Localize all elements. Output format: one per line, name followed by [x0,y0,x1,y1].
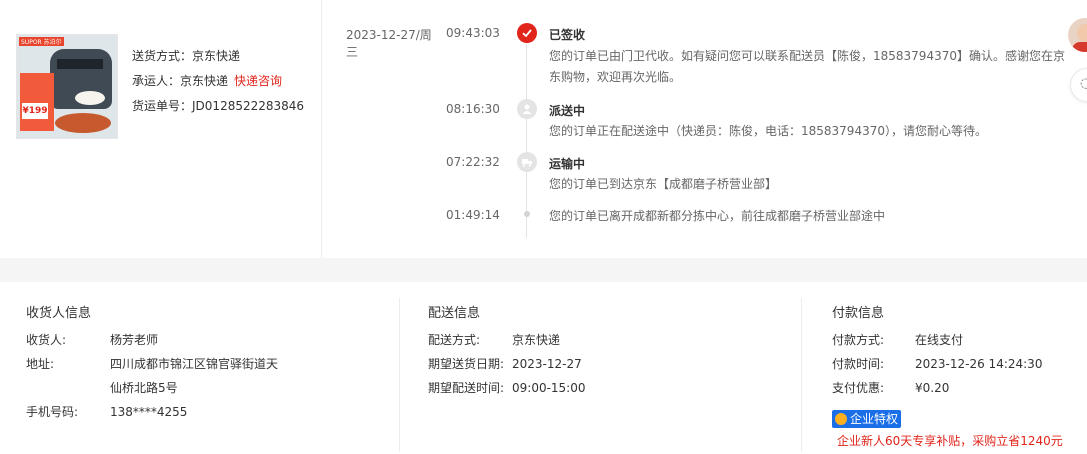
delivery-date-value: 2023-12-27 [512,357,582,371]
promo-banner [20,73,54,131]
check-icon [517,23,537,43]
shipment-details: 送货方式：京东快递 承运人：京东快递 快递咨询 货运单号：JD0128522283… [132,46,304,121]
event-title: 派送中 [549,104,586,118]
waybill-label: 货运单号： [132,99,193,113]
receiver-info: 收货人信息 收货人: 杨芳老师 地址: 四川成都市锦江区锦官驿街道天 仙桥北路5… [26,282,386,454]
event-time: 01:49:14 [446,208,500,222]
waybill-number: JD0128522283846 [192,99,305,113]
avatar-shirt [1072,42,1087,52]
shipment-summary: SUPOR 苏泊尔 ¥199 送货方式：京东快递 承运人：京东快递 快递咨询 货运… [0,0,322,258]
delivery-date-label: 期望送货日期: [428,357,505,371]
receiver-address-line1: 四川成都市锦江区锦官驿街道天 [110,357,279,371]
carrier-value: 京东快递 [180,74,229,88]
event-description: 您的订单已到达京东【成都磨子桥营业部】 [549,177,778,191]
carrier-label: 承运人： [132,74,181,88]
dot-icon [524,211,530,217]
receiver-phone-value: 138****4255 [110,405,188,419]
payment-discount-label: 支付优惠: [832,381,885,395]
payment-time-row: 付款时间: 2023-12-26 14:24:30 [832,354,1042,374]
timeline-date: 2023-12-27/周三 [346,28,432,59]
receiver-phone-row: 手机号码: 138****4255 [26,402,187,422]
payment-time-label: 付款时间: [832,357,885,371]
tracking-timeline: 2023-12-27/周三 09:43:03 已签收 您的订单已由门卫代收。如有… [322,0,1087,258]
food-illustration [55,113,111,133]
timeline-line [526,42,527,238]
thumb-price: ¥199 [22,103,48,119]
receiver-address-line2: 仙桥北路5号 [110,381,178,395]
payment-discount-value: ¥0.20 [915,381,950,395]
order-info-panel: 收货人信息 收货人: 杨芳老师 地址: 四川成都市锦江区锦官驿街道天 仙桥北路5… [0,282,1087,454]
courier-icon [517,99,537,119]
delivery-method-row: 配送方式: 京东快递 [428,330,560,350]
event-time: 08:16:30 [446,102,500,116]
cooker-display [57,59,103,69]
delivery-info: 配送信息 配送方式: 京东快递 期望送货日期: 2023-12-27 期望配送时… [428,282,788,454]
delivery-heading: 配送信息 [428,306,481,321]
avatar-face [1077,24,1087,42]
receiver-address-row: 地址: 四川成都市锦江区锦官驿街道天 [26,354,278,374]
receiver-name-row: 收货人: 杨芳老师 [26,330,158,350]
courier-inquiry-link[interactable]: 快递咨询 [234,74,282,88]
product-image[interactable]: SUPOR 苏泊尔 ¥199 [16,34,118,139]
enterprise-privilege-badge[interactable]: 企业特权 [832,410,902,428]
event-title: 已签收 [549,28,586,42]
column-divider [801,298,802,452]
chat-icon: ◌ [1080,76,1087,91]
carrier-row: 承运人：京东快递 快递咨询 [132,71,304,96]
event-time: 09:43:03 [446,26,500,40]
delivery-method-value: 京东快递 [192,49,241,63]
receiver-name-label: 收货人: [26,333,67,347]
column-divider [399,298,400,452]
event-time: 07:22:32 [446,155,500,169]
delivery-date-row: 期望送货日期: 2023-12-27 [428,354,582,374]
delivery-method-row: 送货方式：京东快递 [132,46,304,71]
event-description: 您的订单已由门卫代收。如有疑问您可以联系配送员【陈俊，18583794370】确… [549,49,1065,84]
enterprise-privilege-label: 企业特权 [850,412,899,426]
section-gap [0,258,1087,282]
payment-time-value: 2023-12-26 14:24:30 [915,357,1043,371]
payment-method-label: 付款方式: [832,333,885,347]
receiver-name-value: 杨芳老师 [110,333,159,347]
payment-method-value: 在线支付 [915,333,964,347]
receiver-address-label: 地址: [26,357,55,371]
thumb-brand: SUPOR 苏泊尔 [19,37,64,46]
receiver-phone-label: 手机号码: [26,405,79,419]
event-description: 您的订单已离开成都新都分拣中心，前往成都磨子桥营业部途中 [549,209,886,223]
event-description: 您的订单正在配送途中（快递员：陈俊，电话：18583794370），请您耐心等待… [549,124,987,138]
delivery-method-label: 送货方式： [132,49,193,63]
crown-icon [835,413,847,425]
event-title: 运输中 [549,157,586,171]
receiver-heading: 收货人信息 [26,306,92,321]
delivery-method-label: 配送方式: [428,333,481,347]
enterprise-promo-text[interactable]: 企业新人60天专享补贴，采购立省1240元 [837,432,1063,449]
truck-icon [517,152,537,172]
waybill-row: 货运单号：JD0128522283846 [132,96,304,121]
payment-discount-row: 支付优惠: ¥0.20 [832,378,949,398]
delivery-time-value: 09:00-15:00 [512,381,586,395]
rice-bowl-illustration [75,91,105,105]
delivery-time-label: 期望配送时间: [428,381,505,395]
payment-info: 付款信息 付款方式: 在线支付 付款时间: 2023-12-26 14:24:3… [832,282,1087,454]
delivery-method-value: 京东快递 [512,333,561,347]
payment-heading: 付款信息 [832,306,885,321]
delivery-time-row: 期望配送时间: 09:00-15:00 [428,378,586,398]
logistics-panel: SUPOR 苏泊尔 ¥199 送货方式：京东快递 承运人：京东快递 快递咨询 货运… [0,0,1087,258]
payment-method-row: 付款方式: 在线支付 [832,330,963,350]
